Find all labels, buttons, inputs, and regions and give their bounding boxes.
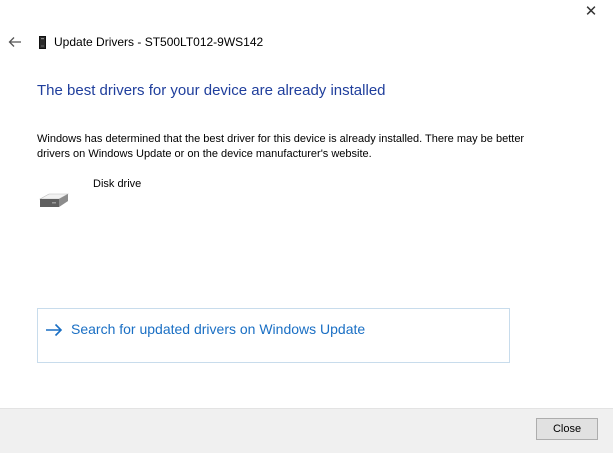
close-window-icon[interactable]: ✕: [583, 4, 599, 20]
dialog-title: Update Drivers - ST500LT012-9WS142: [54, 35, 264, 49]
device-row: Disk drive: [37, 178, 141, 214]
page-heading: The best drivers for your device are alr…: [37, 82, 386, 99]
dialog-footer: Close: [0, 408, 613, 453]
description-text: Windows has determined that the best dri…: [37, 133, 525, 160]
close-button[interactable]: Close: [536, 418, 598, 440]
device-small-icon: [38, 35, 46, 49]
device-name: Disk drive: [93, 178, 142, 190]
windows-update-link-label: Search for updated drivers on Windows Up…: [71, 321, 366, 337]
back-arrow-icon[interactable]: [8, 35, 22, 49]
disk-drive-icon: [37, 190, 70, 214]
arrow-right-icon: [45, 323, 63, 337]
update-drivers-dialog: ✕ Update Drivers - ST500LT012-9WS142 The…: [0, 0, 613, 453]
windows-update-link[interactable]: Search for updated drivers on Windows Up…: [37, 308, 510, 363]
dialog-header: Update Drivers - ST500LT012-9WS142: [8, 33, 263, 51]
